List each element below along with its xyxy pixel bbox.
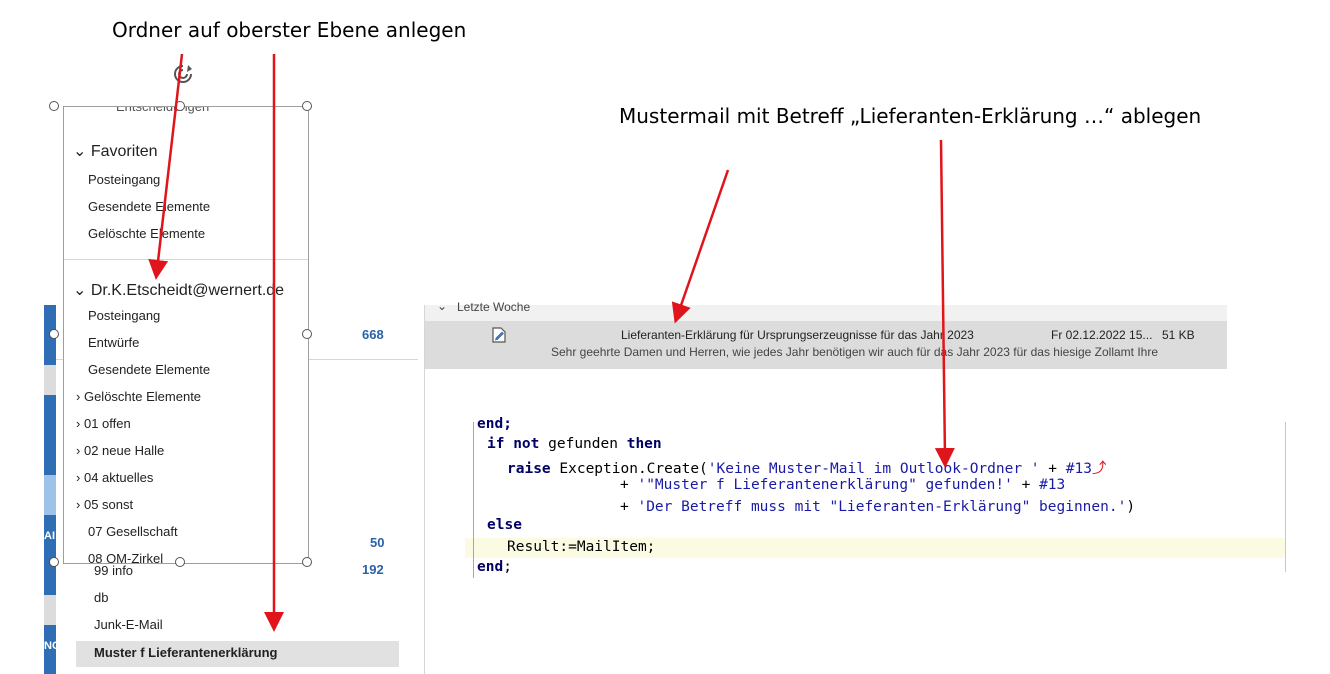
arrow-to-account-root (148, 53, 184, 280)
arrow-to-mail-item (671, 169, 730, 324)
arrow-to-code (934, 139, 955, 468)
annotation-arrows (148, 53, 955, 632)
